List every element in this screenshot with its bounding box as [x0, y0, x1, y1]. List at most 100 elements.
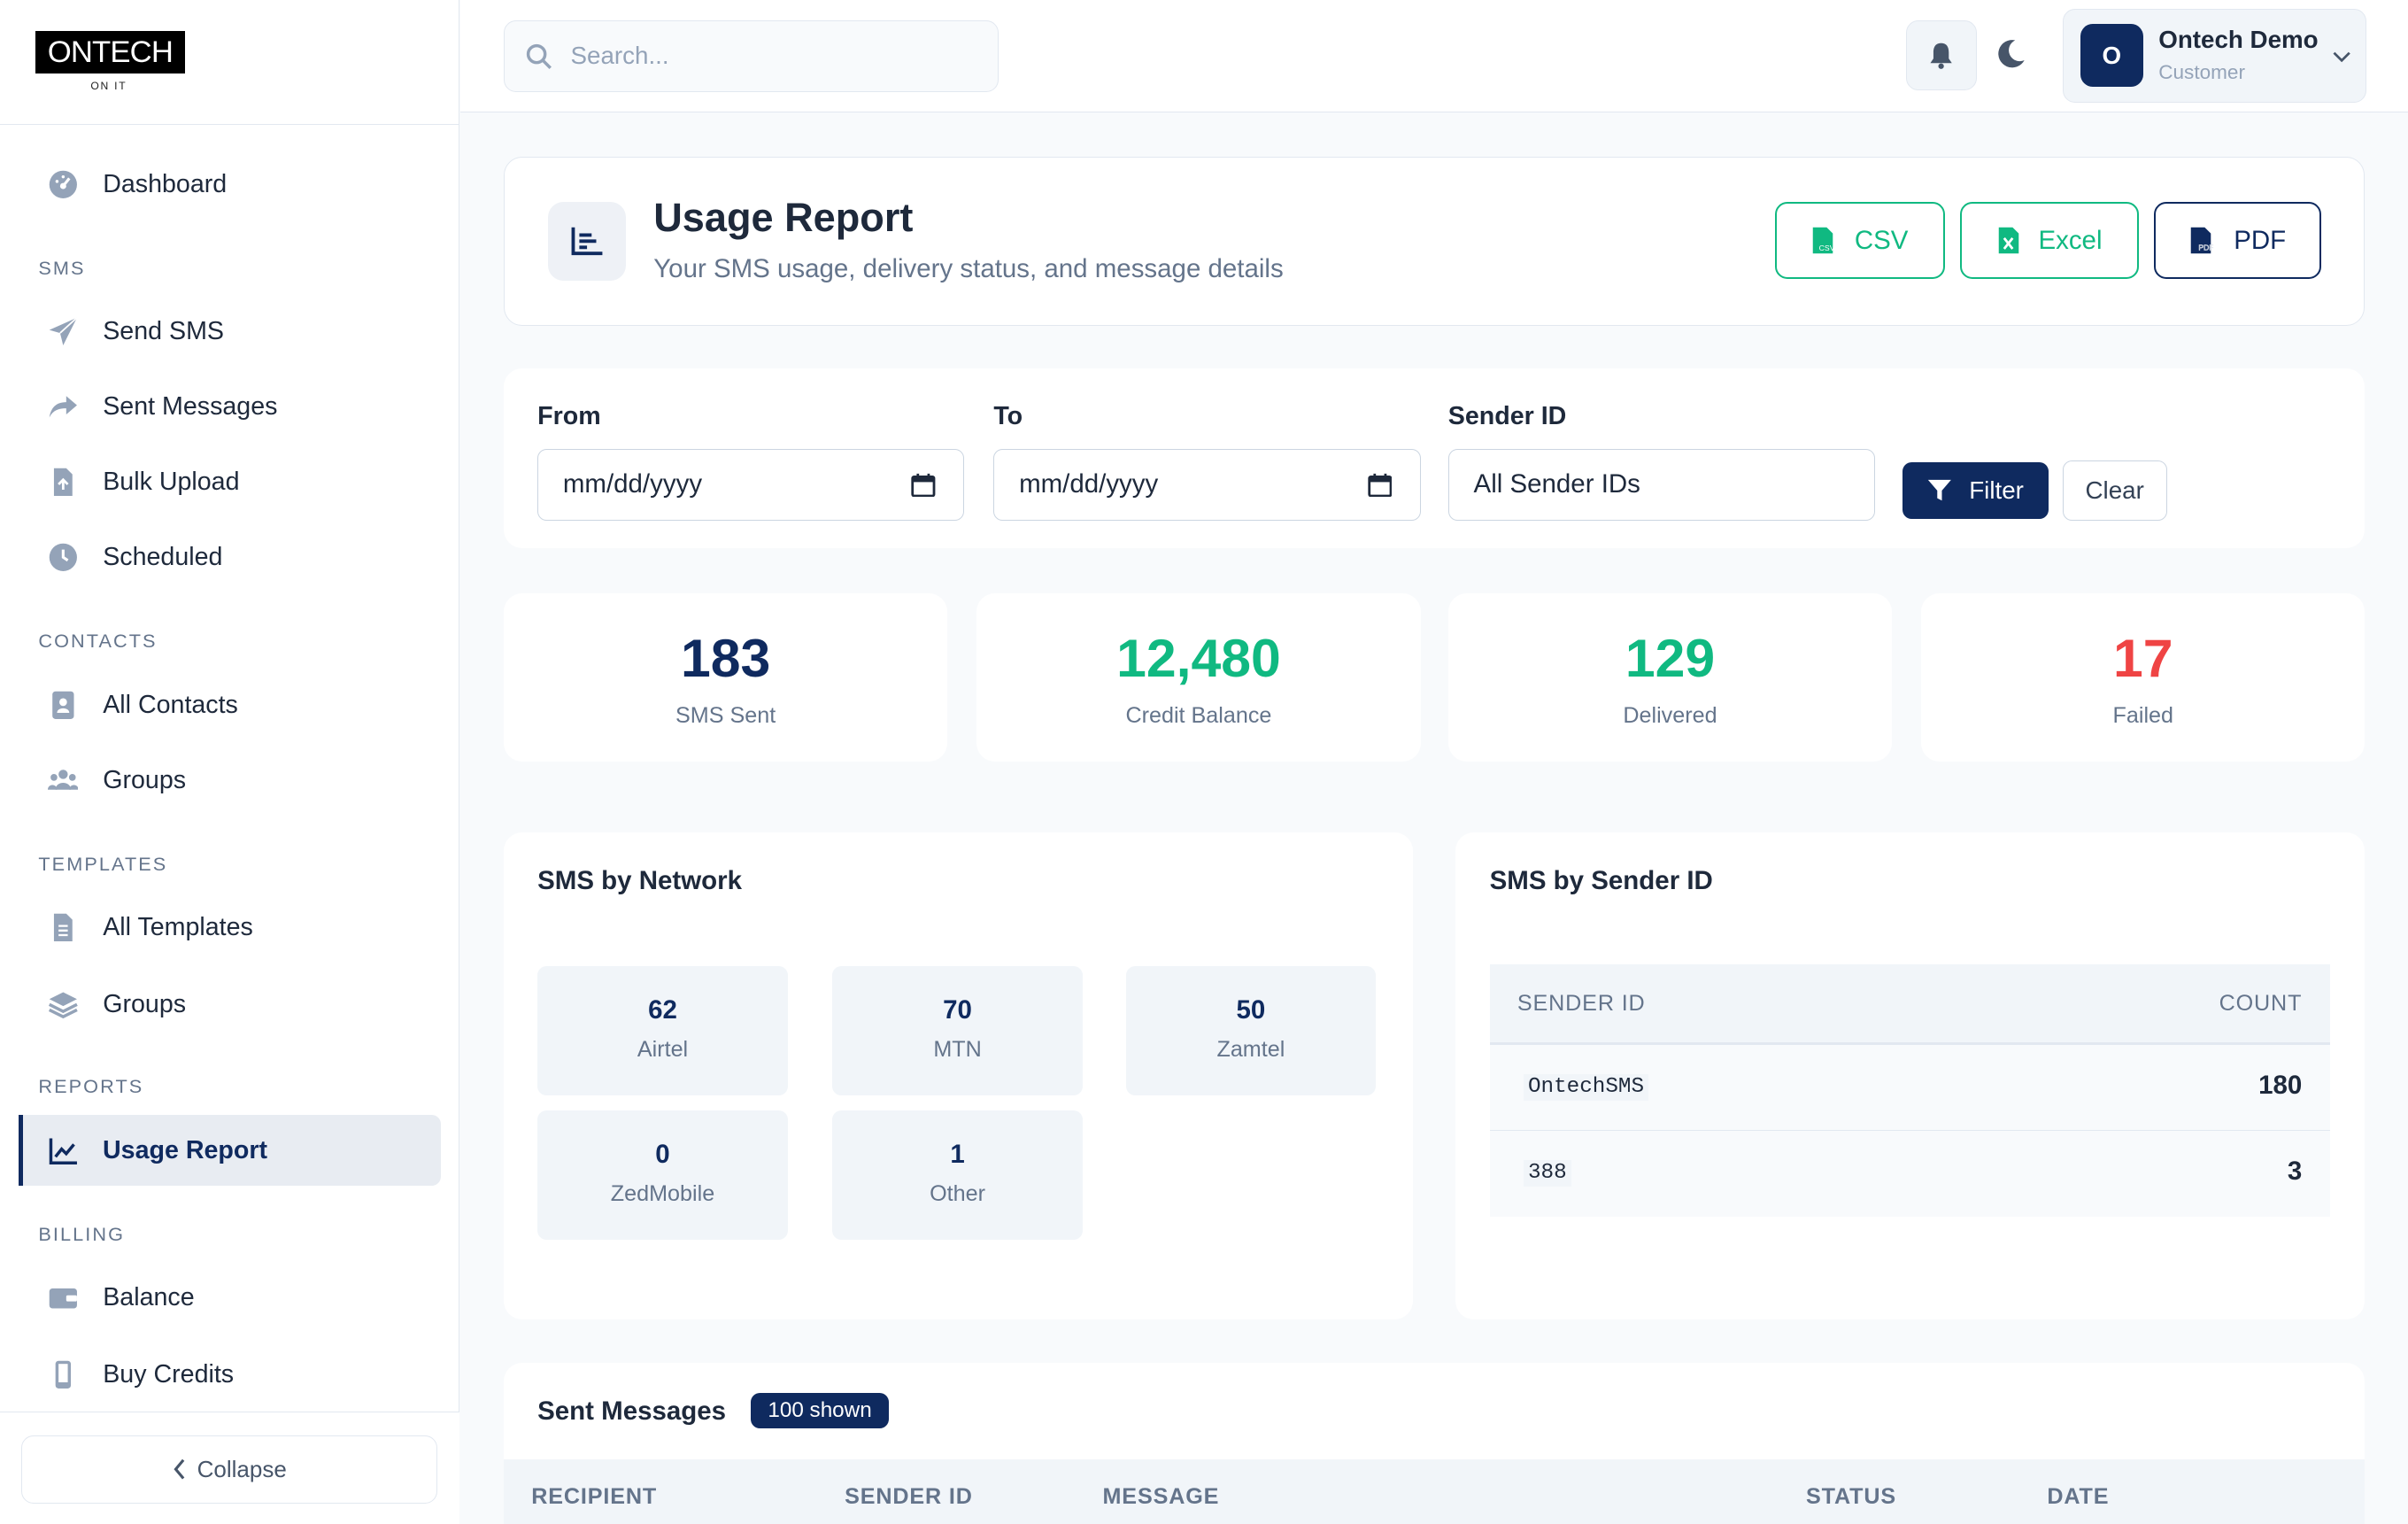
- sidebar-item-all-templates[interactable]: All Templates: [19, 893, 441, 963]
- wallet-icon: [49, 1288, 77, 1309]
- column-header-date[interactable]: DATE: [2047, 1484, 2109, 1510]
- sender-id-select[interactable]: All Sender IDs: [1447, 448, 1876, 522]
- chevron-down-icon: [2333, 51, 2350, 63]
- panel-title: Sent Messages: [537, 1396, 727, 1426]
- share-arrow-icon: [49, 396, 77, 418]
- network-count: 50: [1236, 995, 1266, 1025]
- sender-id-cell: 388: [1523, 1159, 1571, 1187]
- stat-label: SMS Sent: [675, 703, 776, 729]
- collapse-label: Collapse: [197, 1455, 287, 1482]
- count-cell: 180: [2258, 1071, 2303, 1101]
- file-csv-icon: CSV: [1812, 227, 1835, 254]
- file-excel-icon: [1998, 227, 2018, 254]
- sidebar-section-contacts: CONTACTS: [38, 630, 158, 653]
- column-header-sender-id[interactable]: SENDER ID: [845, 1484, 973, 1510]
- sidebar-section-sms: SMS: [38, 256, 86, 279]
- from-date-field[interactable]: mm/dd/yyyy: [537, 448, 965, 522]
- stat-card-sms-sent: 183 SMS Sent: [503, 592, 948, 762]
- sms-by-sender-panel: SMS by Sender ID SENDER ID COUNT OntechS…: [1455, 832, 2366, 1320]
- file-text-icon: [53, 914, 73, 942]
- sidebar-item-label: Balance: [103, 1283, 195, 1312]
- sidebar-item-label: Sent Messages: [103, 392, 278, 422]
- sidebar-item-label: Send SMS: [103, 317, 224, 346]
- sidebar-item-buy-credits[interactable]: Buy Credits: [19, 1340, 441, 1411]
- from-label: From: [537, 402, 601, 431]
- topbar: Search... O Ontech Demo Customer: [460, 0, 2408, 112]
- stat-card-failed: 17 Failed: [1921, 592, 2366, 762]
- sidebar-footer: Collapse: [0, 1412, 459, 1524]
- stat-value: 183: [680, 627, 771, 688]
- sidebar-item-balance[interactable]: Balance: [19, 1263, 441, 1334]
- network-name: MTN: [933, 1036, 982, 1062]
- sidebar-section-templates: TEMPLATES: [38, 852, 168, 875]
- sidebar-item-bulk-upload[interactable]: Bulk Upload: [19, 447, 441, 518]
- clear-button[interactable]: Clear: [2062, 460, 2167, 522]
- search-input[interactable]: Search...: [503, 19, 999, 93]
- network-count: 1: [950, 1140, 965, 1170]
- user-menu[interactable]: O Ontech Demo Customer: [2062, 9, 2367, 104]
- stat-card-delivered: 129 Delivered: [1447, 592, 1893, 762]
- moon-icon[interactable]: [1994, 37, 2027, 71]
- sidebar-item-label: Groups: [103, 989, 187, 1018]
- to-date-field[interactable]: mm/dd/yyyy: [993, 448, 1421, 522]
- export-excel-label: Excel: [2038, 225, 2103, 255]
- paper-plane-icon: [49, 317, 78, 346]
- network-name: ZedMobile: [610, 1180, 715, 1206]
- collapse-button[interactable]: Collapse: [21, 1435, 438, 1504]
- column-header-count[interactable]: COUNT: [2219, 991, 2303, 1017]
- logo-area: ONTECH ON IT: [0, 0, 459, 125]
- column-header-recipient[interactable]: RECIPIENT: [531, 1484, 657, 1510]
- sidebar-item-all-contacts[interactable]: All Contacts: [19, 669, 441, 740]
- notifications-button[interactable]: [1905, 19, 1977, 91]
- sidebar-item-contact-groups[interactable]: Groups: [19, 745, 441, 816]
- page-header: Usage Report Your SMS usage, delivery st…: [503, 156, 2366, 326]
- column-header-sender-id[interactable]: SENDER ID: [1517, 991, 1646, 1017]
- sidebar-section-reports: REPORTS: [38, 1075, 144, 1098]
- sidebar-item-scheduled[interactable]: Scheduled: [19, 522, 441, 593]
- network-name: Other: [930, 1180, 985, 1206]
- column-header-message[interactable]: MESSAGE: [1103, 1484, 1220, 1510]
- sender-id-cell: OntechSMS: [1523, 1073, 1649, 1101]
- sidebar-item-dashboard[interactable]: Dashboard: [19, 149, 441, 220]
- export-excel-button[interactable]: Excel: [1960, 202, 2139, 279]
- users-group-icon: [47, 770, 79, 790]
- dashboard-gauge-icon: [49, 170, 77, 198]
- export-pdf-label: PDF: [2234, 225, 2287, 255]
- to-label: To: [993, 402, 1023, 431]
- sidebar-item-label: Dashboard: [103, 169, 228, 198]
- calendar-icon: [1367, 473, 1392, 497]
- sidebar-item-label: Bulk Upload: [103, 468, 240, 497]
- page-title: Usage Report: [653, 194, 914, 240]
- brand-logo[interactable]: ONTECH: [35, 30, 185, 74]
- sidebar-item-send-sms[interactable]: Send SMS: [19, 297, 441, 367]
- sidebar-item-usage-report[interactable]: Usage Report: [18, 1115, 441, 1187]
- search-placeholder: Search...: [570, 42, 669, 70]
- sidebar-item-template-groups[interactable]: Groups: [19, 970, 441, 1040]
- sidebar-item-sent-messages[interactable]: Sent Messages: [19, 372, 441, 443]
- layers-icon: [48, 992, 78, 1019]
- network-count: 0: [655, 1140, 670, 1170]
- bell-icon: [1930, 43, 1952, 69]
- user-role: Customer: [2158, 60, 2245, 83]
- export-pdf-button[interactable]: PDF PDF: [2154, 202, 2322, 279]
- calendar-icon: [911, 473, 936, 497]
- count-cell: 3: [2287, 1157, 2303, 1187]
- filter-button[interactable]: Filter: [1902, 462, 2049, 520]
- stat-card-credit-balance: 12,480 Credit Balance: [976, 592, 1421, 762]
- user-name: Ontech Demo: [2158, 25, 2319, 53]
- panel-title: SMS by Network: [537, 866, 743, 896]
- table-header: SENDER ID COUNT: [1489, 964, 2330, 1045]
- stat-value: 129: [1625, 627, 1716, 688]
- network-name: Zamtel: [1216, 1036, 1285, 1062]
- panel-title: SMS by Sender ID: [1489, 866, 1713, 896]
- network-tile-other: 1 Other: [832, 1110, 1083, 1240]
- shown-count-badge: 100 shown: [751, 1393, 889, 1429]
- sidebar-item-label: Usage Report: [103, 1135, 268, 1164]
- search-icon: [527, 43, 552, 69]
- export-csv-button[interactable]: CSV CSV: [1774, 202, 1946, 279]
- funnel-icon: [1928, 480, 1952, 501]
- avatar: O: [2080, 24, 2143, 88]
- table-header: RECIPIENT SENDER ID MESSAGE STATUS DATE: [503, 1458, 2366, 1524]
- stat-label: Failed: [2112, 703, 2174, 729]
- column-header-status[interactable]: STATUS: [1806, 1484, 1896, 1510]
